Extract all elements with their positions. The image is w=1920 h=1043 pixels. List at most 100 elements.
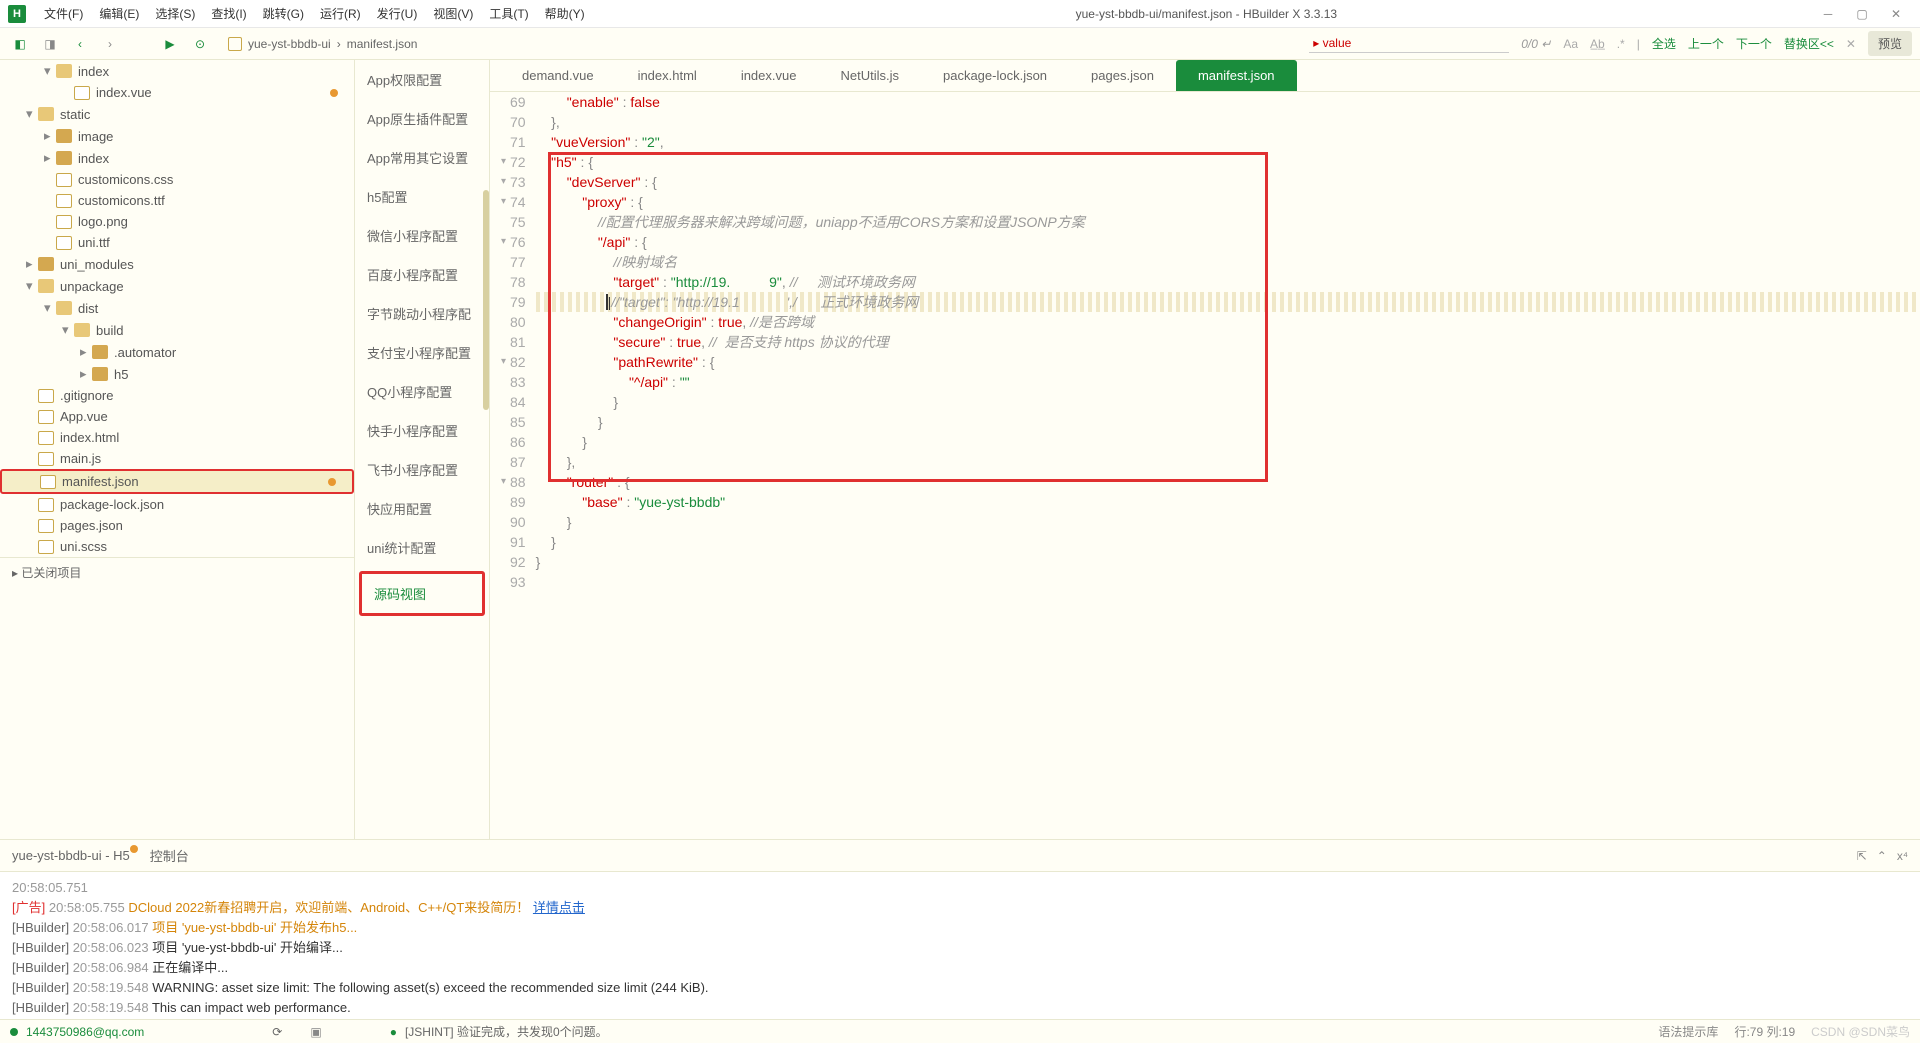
code-line[interactable]: "^/api" : "" xyxy=(536,372,1920,392)
menu-item[interactable]: 查找(I) xyxy=(203,3,254,25)
code-line[interactable]: } xyxy=(536,552,1920,572)
fold-icon[interactable]: ▾ xyxy=(496,232,506,252)
tree-arrow-icon[interactable]: ▾ xyxy=(62,322,74,338)
code-line[interactable]: }, xyxy=(536,112,1920,132)
tree-item[interactable]: ▸image xyxy=(0,125,354,147)
tree-item[interactable]: main.js xyxy=(0,448,354,469)
code-line[interactable]: "enable" : false xyxy=(536,92,1920,112)
console-output[interactable]: 20:58:05.751[广告] 20:58:05.755 DCloud 202… xyxy=(0,872,1920,1019)
code-line[interactable]: "devServer" : { xyxy=(536,172,1920,192)
new-file-icon[interactable]: ◧ xyxy=(8,32,32,56)
tree-item[interactable]: customicons.ttf xyxy=(0,190,354,211)
tree-item[interactable]: ▸index xyxy=(0,147,354,169)
maximize-icon[interactable]: ▢ xyxy=(1854,6,1870,22)
tree-arrow-icon[interactable]: ▸ xyxy=(26,256,38,272)
tree-item[interactable]: ▾build xyxy=(0,319,354,341)
tree-item[interactable]: uni.ttf xyxy=(0,232,354,253)
close-icon[interactable]: ✕ xyxy=(1888,6,1904,22)
config-item[interactable]: h5配置 xyxy=(355,177,489,216)
code-line[interactable]: "vueVersion" : "2", xyxy=(536,132,1920,152)
code-line[interactable]: } xyxy=(536,392,1920,412)
tree-arrow-icon[interactable]: ▸ xyxy=(80,366,92,382)
code-line[interactable]: //配置代理服务器来解决跨域问题，uniapp不适用CORS方案和设置JSONP… xyxy=(536,212,1920,232)
config-item[interactable]: 支付宝小程序配置 xyxy=(355,333,489,372)
tree-item[interactable]: customicons.css xyxy=(0,169,354,190)
menu-item[interactable]: 运行(R) xyxy=(312,3,369,25)
menu-item[interactable]: 发行(U) xyxy=(369,3,426,25)
fold-icon[interactable]: ▾ xyxy=(496,172,506,192)
tree-arrow-icon[interactable]: ▸ xyxy=(80,344,92,360)
tree-arrow-icon[interactable]: ▾ xyxy=(26,106,38,122)
console-close-icon[interactable]: x⁴ xyxy=(1897,849,1908,863)
config-item[interactable]: QQ小程序配置 xyxy=(355,372,489,411)
case-icon[interactable]: Aa xyxy=(1563,37,1578,51)
tree-item[interactable]: App.vue xyxy=(0,406,354,427)
breadcrumb-file[interactable]: manifest.json xyxy=(347,37,418,51)
fold-icon[interactable]: ▾ xyxy=(496,352,506,372)
tree-item[interactable]: manifest.json xyxy=(0,469,354,494)
config-item[interactable]: 微信小程序配置 xyxy=(355,216,489,255)
code-line[interactable]: "proxy" : { xyxy=(536,192,1920,212)
regex-icon[interactable]: .* xyxy=(1617,37,1625,51)
tree-item[interactable]: pages.json xyxy=(0,515,354,536)
tree-item[interactable]: ▸uni_modules xyxy=(0,253,354,275)
run-icon[interactable]: ▶ xyxy=(158,32,182,56)
editor-tab[interactable]: manifest.json xyxy=(1176,60,1297,91)
minimize-icon[interactable]: ─ xyxy=(1820,6,1836,22)
editor-tab[interactable]: index.vue xyxy=(719,60,819,91)
code-line[interactable]: }, xyxy=(536,452,1920,472)
menu-item[interactable]: 编辑(E) xyxy=(91,3,147,25)
config-item[interactable]: App原生插件配置 xyxy=(355,99,489,138)
prev-link[interactable]: 上一个 xyxy=(1688,35,1724,52)
editor-tab[interactable]: demand.vue xyxy=(500,60,616,91)
editor-tab[interactable]: NetUtils.js xyxy=(818,60,921,91)
tree-item[interactable]: index.vue xyxy=(0,82,354,103)
code-line[interactable]: //映射域名 xyxy=(536,252,1920,272)
code-line[interactable]: } xyxy=(536,412,1920,432)
code-line[interactable]: } xyxy=(536,512,1920,532)
code-area[interactable]: 697071▾72▾73▾7475▾767778798081▾828384858… xyxy=(490,92,1920,839)
editor-tab[interactable]: package-lock.json xyxy=(921,60,1069,91)
run-circle-icon[interactable]: ⊙ xyxy=(188,32,212,56)
tree-arrow-icon[interactable]: ▸ xyxy=(44,150,56,166)
save-icon[interactable]: ◨ xyxy=(38,32,62,56)
tree-item[interactable]: ▸.automator xyxy=(0,341,354,363)
status-user[interactable]: 1443750986@qq.com xyxy=(26,1025,144,1039)
tree-item[interactable]: ▾dist xyxy=(0,297,354,319)
word-icon[interactable]: A̲b̲ xyxy=(1590,37,1605,51)
console-tab[interactable]: 控制台 xyxy=(150,846,189,865)
config-item[interactable]: 快手小程序配置 xyxy=(355,411,489,450)
sync-icon[interactable]: ⟳ xyxy=(272,1025,282,1039)
fold-icon[interactable]: ▾ xyxy=(496,472,506,492)
replace-link[interactable]: 替换区<< xyxy=(1784,35,1834,52)
config-item[interactable]: 快应用配置 xyxy=(355,489,489,528)
menu-item[interactable]: 文件(F) xyxy=(36,3,91,25)
config-item[interactable]: 飞书小程序配置 xyxy=(355,450,489,489)
code-line[interactable]: } xyxy=(536,532,1920,552)
tree-item[interactable]: ▾static xyxy=(0,103,354,125)
config-scrollbar[interactable] xyxy=(483,190,489,410)
nav-forward-icon[interactable]: › xyxy=(98,32,122,56)
menu-item[interactable]: 视图(V) xyxy=(425,3,481,25)
tree-item[interactable]: ▾unpackage xyxy=(0,275,354,297)
config-item[interactable]: 字节跳动小程序配 xyxy=(355,294,489,333)
search-close-icon[interactable]: ✕ xyxy=(1846,37,1856,51)
code-line[interactable]: "h5" : { xyxy=(536,152,1920,172)
code-line[interactable]: "base" : "yue-yst-bbdb" xyxy=(536,492,1920,512)
menu-item[interactable]: 工具(T) xyxy=(481,3,536,25)
preview-button[interactable]: 预览 xyxy=(1868,31,1912,56)
tree-item[interactable]: uni.scss xyxy=(0,536,354,557)
console-link[interactable]: 详情点击 xyxy=(533,900,585,915)
fold-icon[interactable]: ▾ xyxy=(496,152,506,172)
tree-item[interactable]: .gitignore xyxy=(0,385,354,406)
nav-back-icon[interactable]: ‹ xyxy=(68,32,92,56)
console-collapse-icon[interactable]: ⌃ xyxy=(1877,849,1887,863)
code-line[interactable]: } xyxy=(536,432,1920,452)
tree-arrow-icon[interactable]: ▾ xyxy=(44,63,56,79)
fold-icon[interactable]: ▾ xyxy=(496,192,506,212)
code-line[interactable]: "/api" : { xyxy=(536,232,1920,252)
tree-arrow-icon[interactable]: ▸ xyxy=(44,128,56,144)
syntax-lib[interactable]: 语法提示库 xyxy=(1658,1023,1718,1040)
tree-arrow-icon[interactable]: ▾ xyxy=(26,278,38,294)
config-item[interactable]: uni统计配置 xyxy=(355,528,489,567)
